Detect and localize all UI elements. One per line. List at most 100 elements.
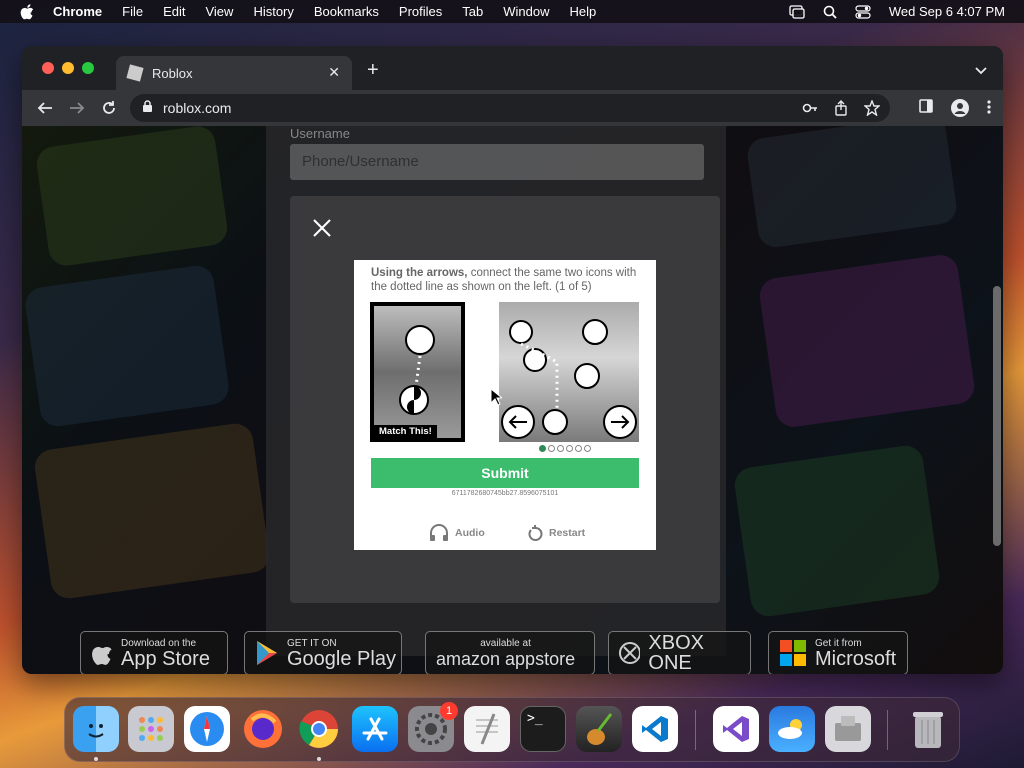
dock: 1 >_ [64, 697, 960, 762]
progress-dot [548, 445, 555, 452]
menu-history[interactable]: History [253, 4, 293, 19]
window-controls [42, 62, 94, 74]
address-bar[interactable]: roblox.com [130, 94, 890, 122]
bookmark-star-icon[interactable] [863, 99, 881, 119]
control-center-icon[interactable] [855, 4, 871, 19]
garageband-icon[interactable] [576, 706, 622, 752]
microsoft-store-badge[interactable]: Get it from Microsoft [768, 631, 908, 674]
status-area: Wed Sep 6 4:07 PM [789, 0, 1005, 23]
tab-roblox[interactable]: Roblox ✕ [116, 56, 352, 90]
google-play-logo-icon [257, 641, 277, 665]
captcha-close-icon[interactable] [312, 218, 332, 238]
captcha-audio-button[interactable]: Audio [429, 524, 485, 542]
chrome-menu-kebab-icon[interactable] [987, 99, 991, 122]
username-label: Username [290, 126, 350, 141]
dock-separator [887, 710, 888, 750]
apple-icon[interactable] [19, 3, 35, 20]
menu-bookmarks[interactable]: Bookmarks [314, 4, 379, 19]
screen-mirroring-icon[interactable] [789, 4, 805, 19]
apple-logo-icon [92, 646, 112, 665]
profile-avatar-icon[interactable] [951, 99, 969, 122]
tab-search-chevron-icon[interactable] [975, 62, 987, 80]
progress-dot [584, 445, 591, 452]
tab-strip: Roblox ✕ + [22, 46, 1003, 90]
username-input[interactable]: Phone/Username [290, 144, 704, 180]
omnibox-actions [802, 99, 881, 119]
running-indicator [94, 757, 98, 761]
captcha-right-arrow-button[interactable] [603, 405, 637, 439]
chrome-icon[interactable] [296, 706, 342, 752]
pumpkin-icon [405, 325, 435, 355]
xbox-one-badge[interactable]: XBOX ONE [608, 631, 751, 674]
menu-tab[interactable]: Tab [462, 4, 483, 19]
restart-label: Restart [549, 527, 586, 539]
progress-dot [557, 445, 564, 452]
menu-app-chrome[interactable]: Chrome [53, 4, 102, 19]
progress-dot [539, 445, 546, 452]
menu-window[interactable]: Window [503, 4, 549, 19]
menu-view[interactable]: View [205, 4, 233, 19]
app-store-badge[interactable]: Download on the App Store [80, 631, 228, 674]
page-scrollbar[interactable] [993, 286, 1001, 546]
firefox-icon[interactable] [240, 706, 286, 752]
back-arrow-icon[interactable] [36, 99, 54, 117]
close-window-button[interactable] [42, 62, 54, 74]
mouse-cursor-icon [490, 388, 502, 406]
browser-window: Roblox ✕ + roblox.com Username Phone/Use… [22, 46, 1003, 674]
menubar-clock[interactable]: Wed Sep 6 4:07 PM [889, 4, 1005, 19]
captcha-left-arrow-button[interactable] [501, 405, 535, 439]
match-this-label: Match This! [374, 425, 437, 438]
captcha-restart-button[interactable]: Restart [527, 524, 585, 542]
page-content: Username Phone/Username Using the arrows… [22, 126, 1003, 674]
reload-icon[interactable] [100, 99, 118, 117]
tab-title: Roblox [152, 65, 193, 81]
notification-badge: 1 [440, 702, 458, 720]
menu-bar: Chrome File Edit View History Bookmarks … [0, 0, 1024, 23]
trash-icon[interactable] [905, 706, 951, 752]
address-bar-url[interactable]: roblox.com [163, 100, 231, 116]
menu-profiles[interactable]: Profiles [399, 4, 442, 19]
captcha-instructions-bold: Using the arrows, [371, 267, 468, 279]
visual-studio-icon[interactable] [713, 706, 759, 752]
boot-camp-assistant-icon[interactable] [825, 706, 871, 752]
finder-icon[interactable] [73, 706, 119, 752]
dock-separator [695, 710, 696, 750]
forward-arrow-icon[interactable] [68, 99, 86, 117]
google-play-badge[interactable]: GET IT ON Google Play [244, 631, 402, 674]
weather-icon[interactable] [769, 706, 815, 752]
microsoft-small-text: Get it from [815, 637, 862, 649]
share-icon[interactable] [834, 100, 848, 119]
amazon-big-text: amazon appstore [436, 648, 576, 669]
zoom-window-button[interactable] [82, 62, 94, 74]
xbox-big-text: XBOX ONE [648, 632, 704, 674]
microsoft-logo-icon [780, 640, 806, 666]
new-tab-button[interactable]: + [367, 59, 379, 82]
amazon-appstore-badge[interactable]: available at amazon appstore [425, 631, 595, 674]
menu-edit[interactable]: Edit [163, 4, 185, 19]
menu-help[interactable]: Help [570, 4, 597, 19]
terminal-icon[interactable]: >_ [520, 706, 566, 752]
minimize-window-button[interactable] [62, 62, 74, 74]
google-play-big-text: Google Play [287, 647, 396, 670]
app-store-icon[interactable] [352, 706, 398, 752]
captcha-submit-button[interactable]: Submit [371, 458, 639, 488]
password-key-icon[interactable] [802, 100, 818, 119]
headphones-icon [430, 524, 448, 541]
app-store-small-text: Download on the [121, 637, 197, 649]
progress-dot [566, 445, 573, 452]
menu-file[interactable]: File [122, 4, 143, 19]
captcha-instructions: Using the arrows, connect the same two i… [371, 266, 641, 294]
running-indicator [317, 757, 321, 761]
close-tab-icon[interactable]: ✕ [328, 64, 340, 81]
textedit-icon[interactable] [464, 706, 510, 752]
launchpad-icon[interactable] [128, 706, 174, 752]
match-example-image: Match This! [374, 306, 461, 438]
vscode-icon[interactable] [632, 706, 678, 752]
side-panel-icon[interactable] [919, 99, 933, 122]
spotlight-search-icon[interactable] [823, 5, 837, 19]
microsoft-big-text: Microsoft [815, 647, 897, 670]
captcha-challenge: Using the arrows, connect the same two i… [354, 260, 656, 550]
site-info-lock-icon[interactable] [142, 100, 153, 116]
safari-icon[interactable] [184, 706, 230, 752]
system-settings-icon[interactable]: 1 [408, 702, 458, 752]
